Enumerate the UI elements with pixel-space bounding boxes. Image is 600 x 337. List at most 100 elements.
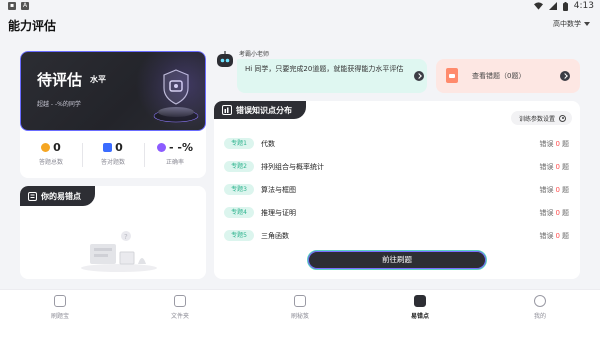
stat-accuracy: - -% 正确率 (144, 135, 206, 175)
status-bar: ▪ A 4:13 (0, 0, 600, 14)
nav-item-mistakes[interactable]: 易错点 (360, 290, 480, 337)
battery-icon (562, 1, 568, 11)
notebook-icon (28, 191, 37, 201)
mistakes-card: 你的易错点 ? (20, 186, 206, 279)
distribution-title: 错误知识点分布 (236, 105, 292, 115)
stat-value: - -% (169, 141, 193, 154)
teacher-name: 考霸小老师 (239, 51, 270, 58)
evaluation-card: 待评估 水平 超越 - -%的同学 0 答题总数 0 答对题数 - -% 正确率 (20, 51, 206, 178)
clock: 4:13 (573, 1, 594, 11)
evaluation-status: 待评估 (37, 71, 83, 89)
count-suffix: 题 (562, 231, 569, 240)
stat-value: 0 (53, 141, 61, 154)
stat-correct: 0 答对题数 (82, 135, 144, 175)
error-distribution-card: 错误知识点分布 训练参数设置 专题1 代数 错误 0 题 专题2 排列组合与概率统计… (214, 101, 580, 279)
stat-label: 正确率 (165, 159, 184, 166)
count-suffix: 题 (562, 208, 569, 217)
topic-tag: 专题3 (224, 184, 254, 195)
a-letter-icon: A (21, 2, 29, 10)
sim-card-icon: ▪ (8, 2, 16, 10)
message-arrow-button[interactable] (414, 71, 424, 81)
topic-row[interactable]: 专题1 代数 错误 0 题 (224, 132, 574, 155)
count-prefix: 错误 (539, 231, 554, 240)
page-title: 能力评估 (8, 19, 57, 33)
building-chart-icon (222, 105, 232, 115)
count-suffix: 题 (562, 162, 569, 171)
topic-error-count: 错误 0 题 (540, 231, 569, 241)
topic-name: 三角函数 (261, 231, 289, 240)
profile-icon (534, 295, 546, 307)
chevron-down-icon (584, 22, 590, 26)
view-mistakes-arrow (560, 71, 570, 81)
folder-icon (174, 295, 186, 307)
stat-label: 答对题数 (100, 159, 125, 166)
distribution-card-header: 错误知识点分布 (214, 101, 306, 119)
medal-icon (41, 143, 51, 152)
target-icon (157, 143, 166, 152)
stat-total: 0 答题总数 (20, 135, 82, 175)
signal-icon (548, 2, 557, 10)
count-value: 0 (555, 185, 560, 194)
topic-list: 专题1 代数 错误 0 题 专题2 排列组合与概率统计 错误 0 题 专题3 算法与框图… (224, 132, 574, 247)
topic-row[interactable]: 专题4 推理与证明 错误 0 题 (224, 201, 574, 224)
topic-name: 代数 (261, 139, 275, 148)
teacher-message-bubble[interactable]: Hi 同学，只要完成20道题，就能获得能力水平评估 (237, 59, 427, 93)
view-mistakes-button[interactable]: 查看错题（0题） (436, 59, 580, 93)
topic-tag: 专题2 (224, 161, 254, 172)
topic-name: 排列组合与概率统计 (261, 162, 324, 171)
mistakes-card-header: 你的易错点 (20, 186, 95, 206)
nav-item-home[interactable]: 刷题宝 (0, 290, 120, 337)
wifi-icon (533, 2, 543, 10)
count-prefix: 错误 (539, 185, 554, 194)
evaluation-hero: 待评估 水平 超越 - -%的同学 (20, 51, 206, 132)
topic-error-count: 错误 0 题 (540, 162, 569, 172)
gear-icon (559, 114, 566, 122)
training-params-label: 训练参数设置 (518, 115, 555, 123)
nav-label: 我的 (533, 313, 546, 320)
topic-tag: 专题1 (224, 138, 254, 149)
subject-selector[interactable]: 高中数学 (553, 19, 590, 29)
topic-tag: 专题5 (224, 230, 254, 241)
topic-row[interactable]: 专题2 排列组合与概率统计 错误 0 题 (224, 155, 574, 178)
count-suffix: 题 (562, 185, 569, 194)
nav-item-folder[interactable]: 文件夹 (120, 290, 240, 337)
nav-label: 易错点 (410, 313, 429, 320)
bottom-nav: 刷题宝 文件夹 刷秘笈 易错点 我的 (0, 289, 600, 337)
book-icon (294, 295, 306, 307)
teacher-message: Hi 同学，只要完成20道题，就能获得能力水平评估 (245, 65, 404, 73)
count-suffix: 题 (562, 139, 569, 148)
shield-trophy-icon (153, 69, 199, 123)
start-practice-button[interactable]: 前往刷题 (307, 250, 487, 270)
topic-error-count: 错误 0 题 (540, 208, 569, 218)
pen-icon (103, 143, 113, 152)
svg-text:?: ? (124, 233, 128, 241)
stat-value: 0 (115, 141, 123, 154)
topic-tag: 专题4 (224, 207, 254, 218)
evaluation-level-suffix: 水平 (90, 75, 106, 84)
document-icon (446, 68, 458, 83)
count-value: 0 (555, 162, 560, 171)
topic-row[interactable]: 专题5 三角函数 错误 0 题 (224, 224, 574, 247)
count-value: 0 (555, 231, 560, 240)
nav-label: 刷题宝 (50, 313, 69, 320)
topic-row[interactable]: 专题3 算法与框图 错误 0 题 (224, 178, 574, 201)
count-prefix: 错误 (539, 208, 554, 217)
nav-item-tips[interactable]: 刷秘笈 (240, 290, 360, 337)
training-params-button[interactable]: 训练参数设置 (510, 111, 572, 125)
chevron-right-icon (416, 73, 422, 79)
count-prefix: 错误 (539, 162, 554, 171)
topic-error-count: 错误 0 题 (540, 139, 569, 149)
count-value: 0 (555, 139, 560, 148)
count-prefix: 错误 (539, 139, 554, 148)
topic-name: 算法与框图 (261, 185, 296, 194)
nav-label: 文件夹 (170, 313, 189, 320)
empty-state-illustration: ? (81, 231, 157, 272)
stats-row: 0 答题总数 0 答对题数 - -% 正确率 (20, 135, 206, 175)
error-notebook-icon (414, 295, 426, 307)
topic-error-count: 错误 0 题 (540, 185, 569, 195)
view-mistakes-label: 查看错题（0题） (472, 72, 526, 80)
nav-item-profile[interactable]: 我的 (480, 290, 600, 337)
chevron-right-icon (562, 73, 568, 79)
count-value: 0 (555, 208, 560, 217)
mistakes-card-title: 你的易错点 (41, 191, 81, 201)
